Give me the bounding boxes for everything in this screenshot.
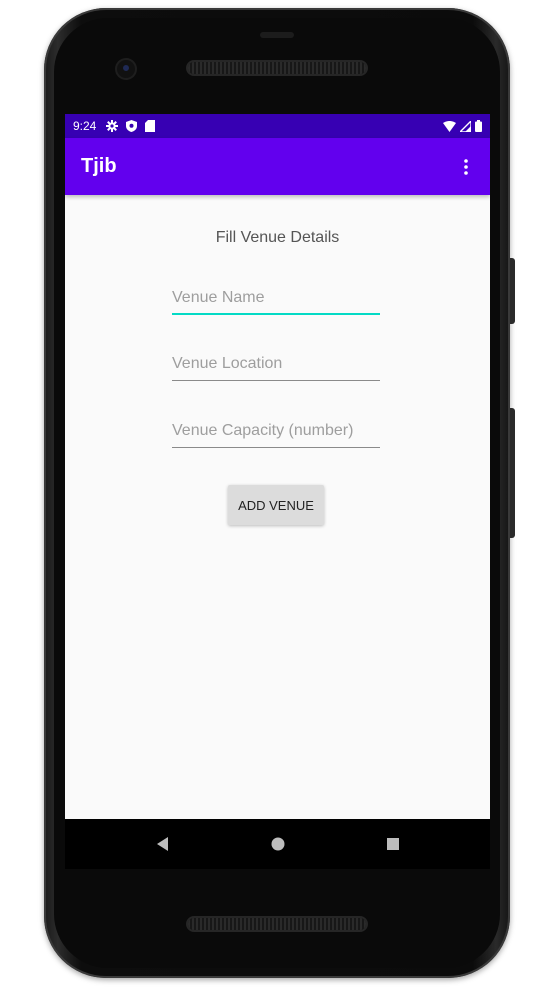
- form-heading: Fill Venue Details: [215, 229, 340, 246]
- add-venue-button[interactable]: ADD VENUE: [228, 485, 324, 525]
- venue-location-input[interactable]: [172, 347, 380, 381]
- earpiece-speaker: [188, 62, 366, 74]
- app-title: Tjib: [81, 155, 117, 177]
- signal-icon: [460, 120, 471, 132]
- venue-form: Fill Venue Details ADD VENUE: [65, 195, 490, 819]
- battery-icon: [475, 120, 482, 132]
- status-time: 9:24: [73, 119, 97, 133]
- venue-capacity-input[interactable]: [172, 414, 380, 448]
- home-icon[interactable]: [258, 824, 298, 864]
- system-nav-bar: [65, 819, 490, 869]
- volume-button: [510, 258, 515, 324]
- device-frame-stage: 9:24 Tjib Fill Venue Details Venue Name …: [0, 0, 546, 993]
- shield-icon: [126, 120, 138, 132]
- front-camera-icon: [117, 60, 135, 78]
- venue-name-input[interactable]: [172, 281, 380, 315]
- venue-name-field[interactable]: [172, 281, 380, 315]
- venue-capacity-underline: [172, 447, 380, 448]
- app-screen: 9:24 Tjib Fill Venue Details Venue Name …: [65, 114, 490, 819]
- bottom-speaker: [188, 918, 366, 930]
- proximity-sensor: [260, 32, 294, 38]
- recents-icon[interactable]: [373, 824, 413, 864]
- wifi-icon: [443, 120, 456, 132]
- venue-name-underline: [172, 313, 380, 315]
- gear-icon: [106, 120, 119, 132]
- venue-location-field[interactable]: [172, 347, 380, 381]
- back-icon[interactable]: [143, 824, 183, 864]
- status-notification-icons: [106, 120, 156, 132]
- app-toolbar: Tjib: [65, 138, 490, 195]
- sd-card-icon: [145, 120, 156, 132]
- status-system-icons: [443, 120, 482, 132]
- status-bar: 9:24: [65, 114, 490, 138]
- power-button: [510, 408, 515, 538]
- venue-capacity-field[interactable]: [172, 414, 380, 448]
- venue-location-underline: [172, 380, 380, 381]
- overflow-menu-icon[interactable]: [458, 155, 474, 179]
